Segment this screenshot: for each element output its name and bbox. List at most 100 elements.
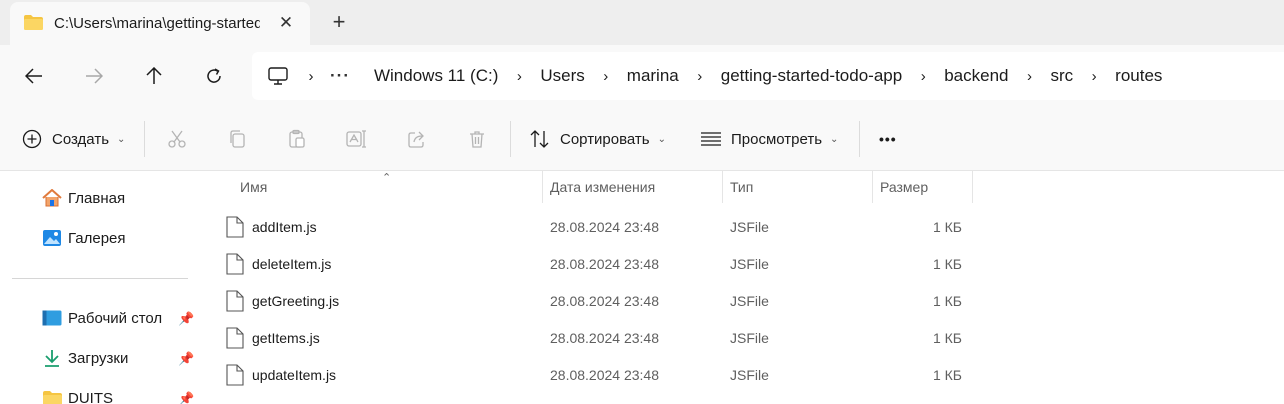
file-type: JSFile	[730, 218, 769, 235]
table-row[interactable]: deleteItem.js 28.08.2024 23:48 JSFile 1 …	[200, 245, 1284, 282]
copy-icon[interactable]	[225, 127, 249, 151]
pin-icon[interactable]: 📌	[178, 391, 194, 404]
column-divider[interactable]	[542, 171, 543, 203]
crumb-project[interactable]: getting-started-todo-app	[719, 66, 904, 86]
folder-icon	[24, 15, 43, 30]
arrow-right-icon	[86, 68, 103, 84]
view-list-icon	[701, 132, 721, 146]
chevron-right-icon[interactable]: ›	[681, 68, 719, 85]
more-locations-button[interactable]: ···	[330, 66, 350, 86]
chevron-right-icon[interactable]: ›	[500, 68, 538, 85]
sidebar-item-label: Загрузки	[68, 349, 129, 367]
file-icon	[226, 253, 244, 275]
view-button[interactable]: Просмотреть ⌄	[700, 124, 838, 154]
column-header-date[interactable]: Дата изменения	[550, 171, 720, 203]
chevron-right-icon[interactable]: ›	[904, 68, 942, 85]
address-bar[interactable]: › ··· Windows 11 (C:) › Users › marina ›…	[252, 52, 1284, 100]
column-divider[interactable]	[722, 171, 723, 203]
file-name: getGreeting.js	[252, 292, 340, 309]
column-divider[interactable]	[972, 171, 973, 203]
sidebar-item-gallery[interactable]: Галерея	[42, 226, 126, 250]
file-date: 28.08.2024 23:48	[550, 292, 659, 309]
refresh-icon	[207, 68, 221, 83]
sidebar-item-label: Главная	[68, 189, 126, 207]
back-button[interactable]	[19, 61, 49, 91]
file-type: JSFile	[730, 292, 769, 309]
plus-circle-icon	[22, 129, 42, 149]
file-date: 28.08.2024 23:48	[550, 255, 659, 272]
delete-icon[interactable]	[465, 127, 489, 151]
sidebar-item-duits[interactable]: DUITS	[42, 386, 113, 404]
arrow-left-icon	[25, 68, 42, 84]
chevron-right-icon[interactable]: ›	[1010, 68, 1048, 85]
file-date: 28.08.2024 23:48	[550, 329, 659, 346]
sidebar-item-label: DUITS	[68, 389, 113, 404]
file-size: 1 КБ	[932, 255, 962, 272]
desktop-icon	[42, 308, 62, 328]
new-tab-button[interactable]: +	[328, 11, 350, 34]
file-icon	[226, 216, 244, 238]
chevron-down-icon: ⌄	[117, 133, 126, 145]
table-row[interactable]: getGreeting.js 28.08.2024 23:48 JSFile 1…	[200, 282, 1284, 319]
file-type: JSFile	[730, 366, 769, 383]
chevron-down-icon: ⌄	[657, 133, 667, 145]
sidebar-item-downloads[interactable]: Загрузки	[42, 346, 128, 370]
tab-strip: C:\Users\marina\getting-started ✕ +	[0, 0, 1284, 45]
cut-icon[interactable]	[165, 127, 189, 151]
sort-icon	[530, 130, 549, 148]
file-name: deleteItem.js	[252, 255, 332, 272]
table-row[interactable]: updateItem.js 28.08.2024 23:48 JSFile 1 …	[200, 356, 1284, 393]
crumb-user[interactable]: marina	[625, 66, 681, 86]
file-type: JSFile	[730, 255, 769, 272]
table-row[interactable]: getItems.js 28.08.2024 23:48 JSFile 1 КБ	[200, 319, 1284, 356]
crumb-drive[interactable]: Windows 11 (C:)	[372, 66, 500, 86]
tab-current-folder[interactable]: C:\Users\marina\getting-started ✕	[10, 2, 310, 45]
pin-icon[interactable]: 📌	[178, 351, 194, 367]
column-header-name[interactable]: Имя	[240, 171, 540, 203]
file-name: getItems.js	[252, 329, 320, 346]
gallery-icon	[42, 228, 62, 248]
divider	[859, 121, 860, 157]
rename-icon[interactable]	[345, 127, 369, 151]
up-button[interactable]	[139, 61, 169, 91]
divider	[510, 121, 511, 157]
file-icon	[226, 364, 244, 386]
file-name: addItem.js	[252, 218, 317, 235]
forward-button[interactable]	[79, 61, 109, 91]
chevron-right-icon[interactable]: ›	[292, 68, 330, 85]
pin-icon[interactable]: 📌	[178, 311, 194, 327]
crumb-src[interactable]: src	[1048, 66, 1075, 86]
file-size: 1 КБ	[932, 218, 962, 235]
crumb-users[interactable]: Users	[538, 66, 586, 86]
divider	[144, 121, 145, 157]
crumb-backend[interactable]: backend	[942, 66, 1010, 86]
tab-title: C:\Users\marina\getting-started	[54, 15, 260, 32]
more-options-button[interactable]: •••	[879, 124, 897, 154]
file-name: updateItem.js	[252, 366, 337, 383]
command-bar: Создать ⌄ Сортировать ⌄ Просмотреть ⌄ ••…	[0, 107, 1284, 171]
sort-button[interactable]: Сортировать ⌄	[529, 124, 666, 154]
folder-icon	[42, 388, 62, 404]
file-list: ⌃ Имя Дата изменения Тип Размер addItem.…	[200, 171, 1284, 404]
computer-icon[interactable]	[268, 67, 288, 85]
crumb-routes[interactable]: routes	[1113, 66, 1164, 86]
arrow-up-icon	[146, 67, 162, 84]
column-divider[interactable]	[872, 171, 873, 203]
column-header-type[interactable]: Тип	[730, 171, 870, 203]
navigation-bar: › ··· Windows 11 (C:) › Users › marina ›…	[0, 45, 1284, 107]
sidebar-item-desktop[interactable]: Рабочий стол	[42, 306, 162, 330]
column-header-size[interactable]: Размер	[880, 171, 970, 203]
navigation-pane: Главная Галерея Рабочий стол 📌 Загрузки …	[0, 171, 200, 404]
refresh-button[interactable]	[199, 61, 229, 91]
share-icon[interactable]	[405, 127, 429, 151]
chevron-right-icon[interactable]: ›	[1075, 68, 1113, 85]
close-tab-icon[interactable]: ✕	[276, 13, 296, 33]
create-button[interactable]: Создать ⌄	[22, 124, 125, 154]
sidebar-item-home[interactable]: Главная	[42, 186, 125, 210]
sort-label: Сортировать	[560, 130, 650, 148]
paste-icon[interactable]	[285, 127, 309, 151]
create-label: Создать	[52, 130, 110, 148]
chevron-right-icon[interactable]: ›	[587, 68, 625, 85]
file-icon	[226, 290, 244, 312]
table-row[interactable]: addItem.js 28.08.2024 23:48 JSFile 1 КБ	[200, 208, 1284, 245]
